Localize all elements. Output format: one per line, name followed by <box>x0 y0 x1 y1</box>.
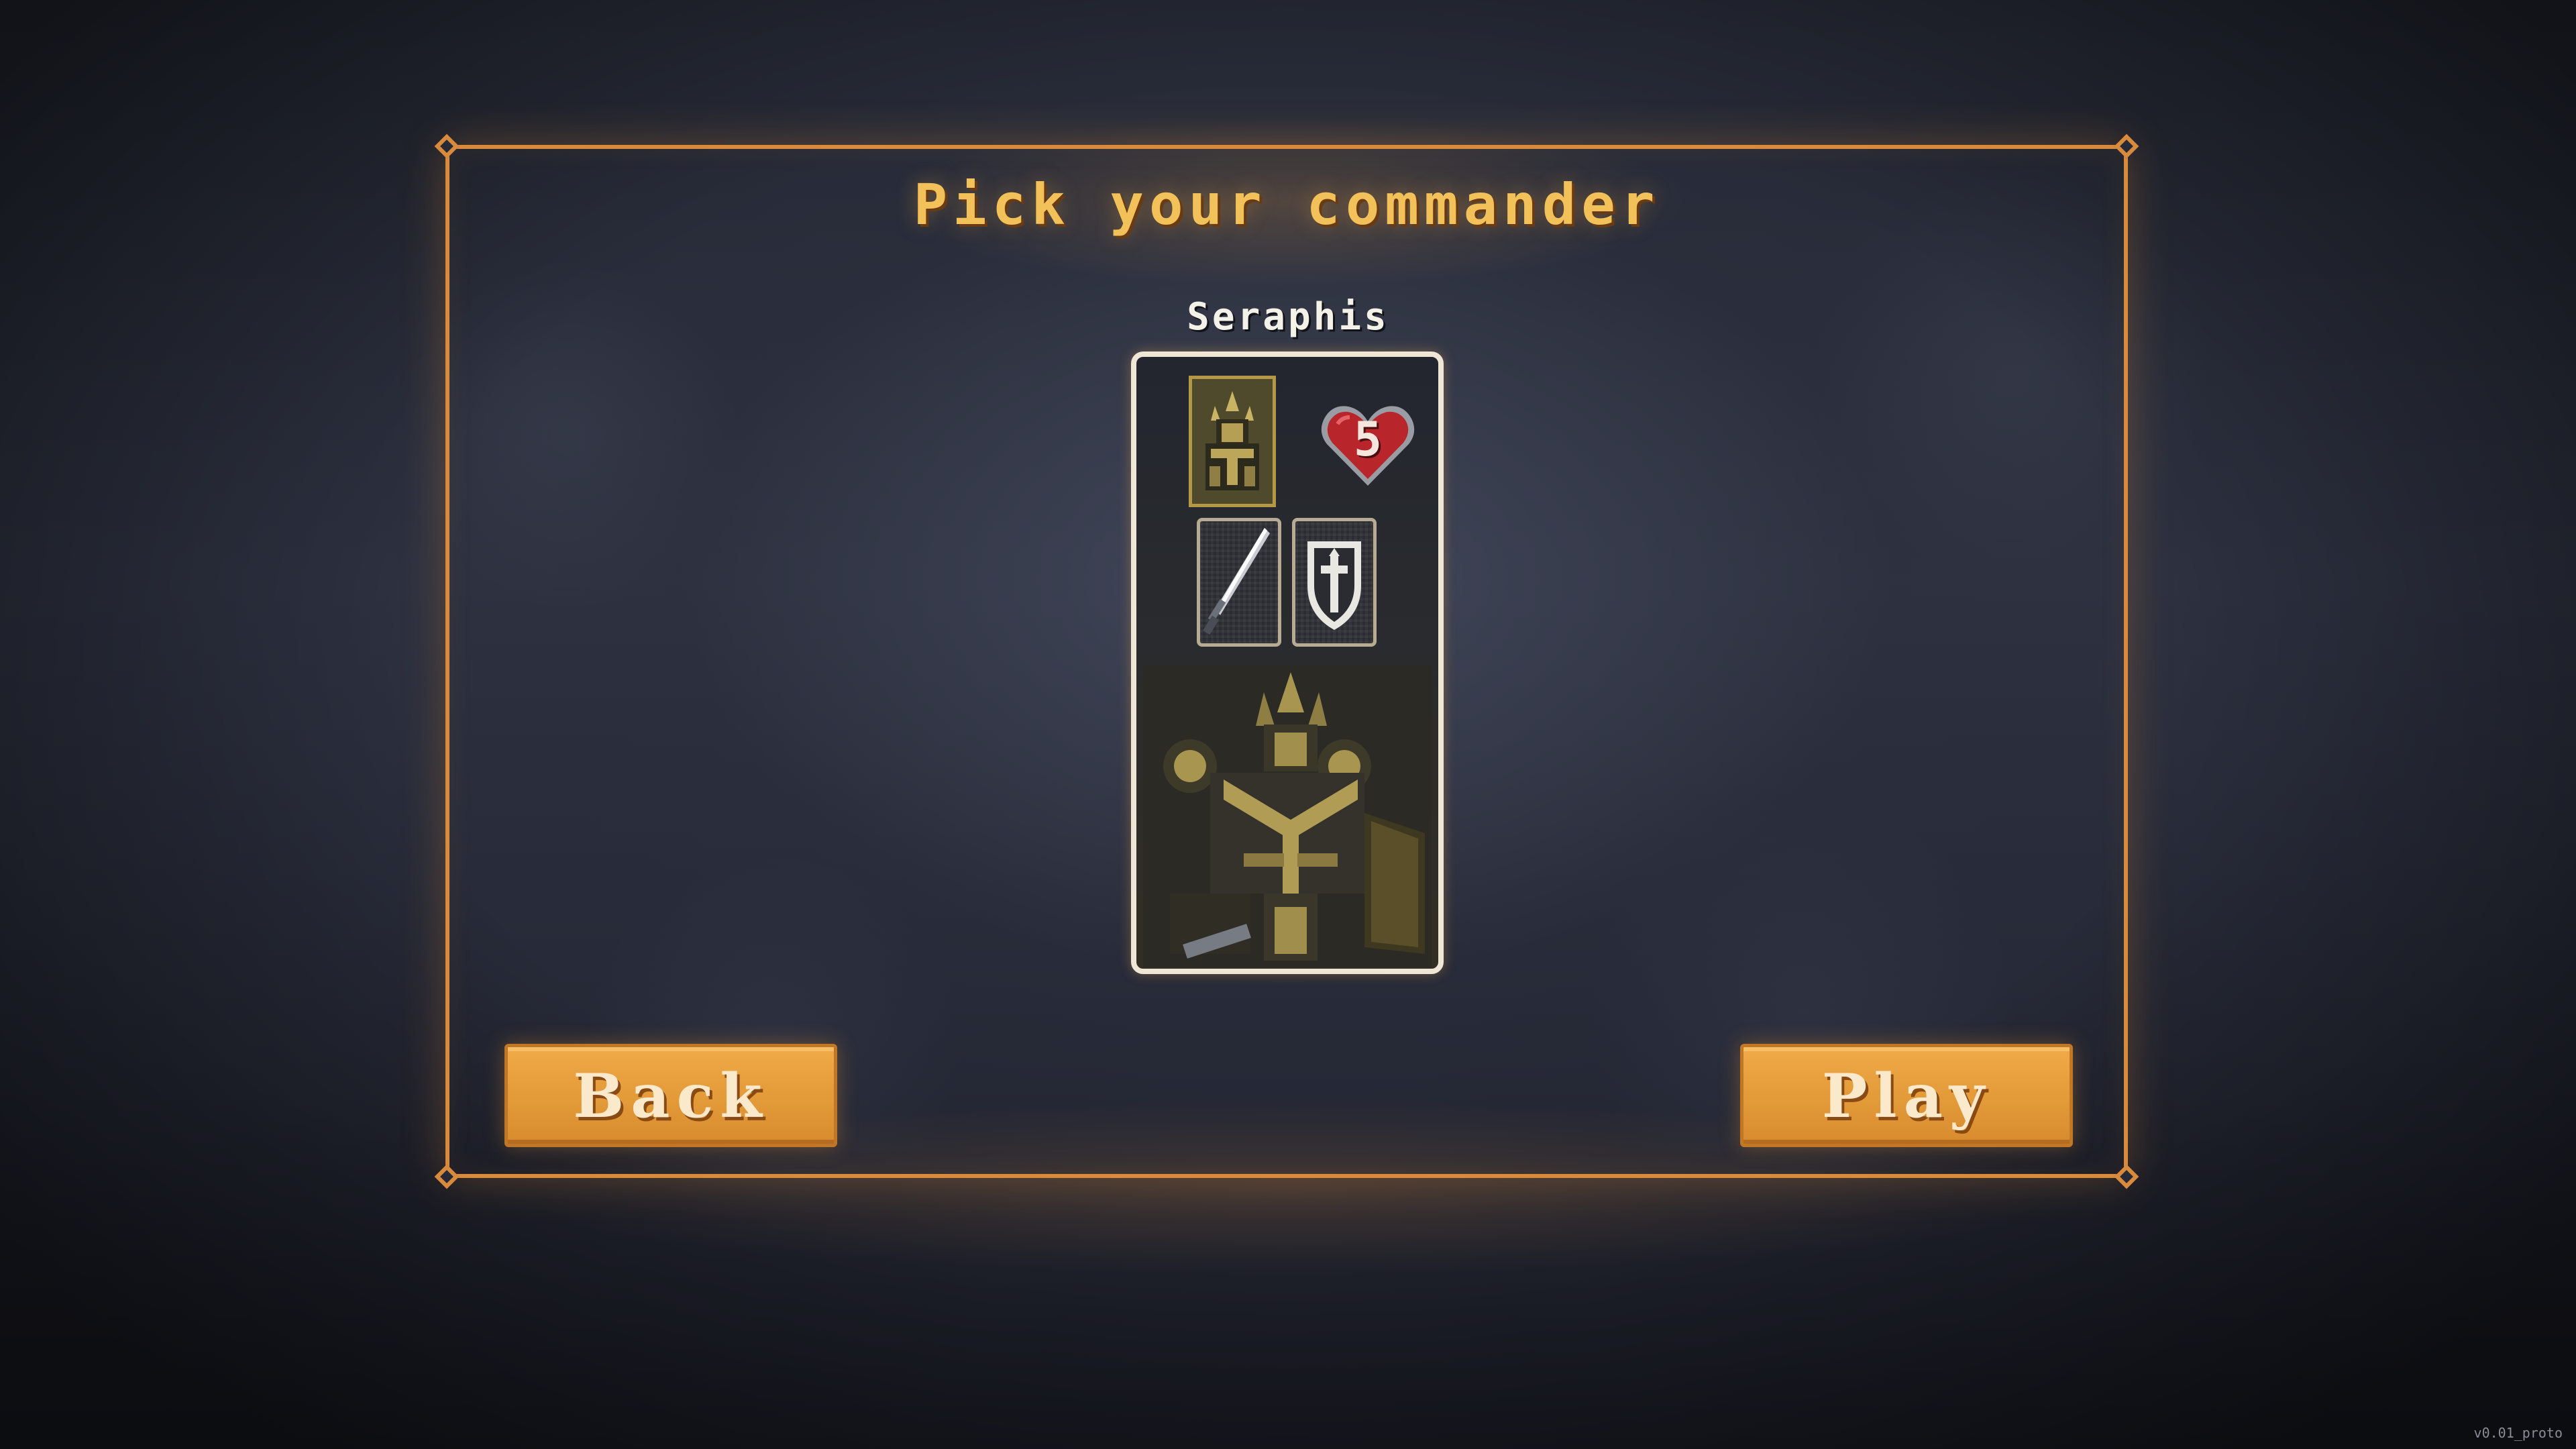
commander-portrait-icon <box>1189 376 1276 507</box>
panel-corner <box>434 1164 460 1189</box>
sword-icon <box>1203 528 1270 635</box>
page-title: Pick your commander <box>913 172 1660 237</box>
panel-corner <box>434 133 460 159</box>
panel-corner <box>2114 1164 2139 1189</box>
back-button[interactable]: Back <box>504 1044 837 1147</box>
shield-cross-icon <box>1307 541 1361 630</box>
play-button[interactable]: Play <box>1740 1044 2073 1147</box>
commander-card[interactable]: 5 <box>1131 352 1444 974</box>
commander-name: Seraphis <box>1187 295 1389 339</box>
panel-corner <box>2114 133 2139 159</box>
sword-item-slot[interactable] <box>1197 518 1281 647</box>
health-badge: 5 <box>1318 397 1418 491</box>
version-label: v0.01_proto <box>2473 1425 2563 1441</box>
commander-figure-art <box>1143 665 1432 967</box>
health-value: 5 <box>1353 412 1383 467</box>
shield-item-slot[interactable] <box>1292 518 1377 647</box>
game-screen: Pick your commander Seraphis 5 Back Play… <box>0 0 2576 1449</box>
